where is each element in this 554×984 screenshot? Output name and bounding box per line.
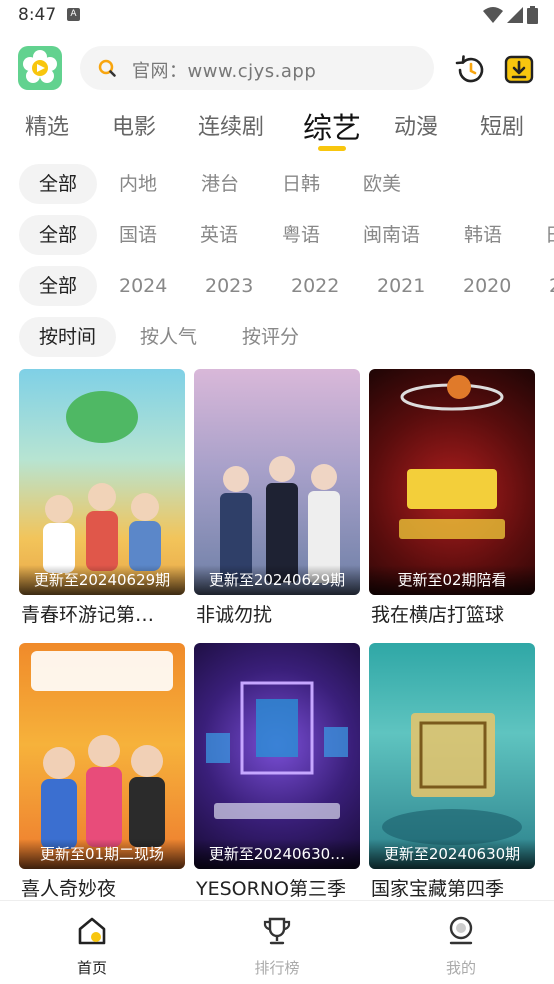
update-status: 更新至20240629期	[208, 571, 346, 589]
notification-icon: A	[67, 8, 80, 21]
update-status: 更新至20240630期	[383, 845, 521, 863]
flower-logo-icon	[23, 50, 57, 83]
filter-year-2021[interactable]: 2021	[377, 266, 425, 306]
history-icon[interactable]	[454, 54, 486, 86]
profile-icon	[449, 916, 473, 945]
download-icon[interactable]	[504, 54, 534, 84]
status-time: 8:47	[18, 5, 57, 25]
filter-row-language: 全部 国语 英语 粤语 闽南语 韩语 日	[0, 215, 554, 257]
card-title[interactable]: YESORNO第三季	[196, 874, 362, 901]
poster-caption: 更新至20240629期	[194, 565, 360, 595]
poster-art	[399, 375, 505, 539]
update-status: 更新至20240629期	[33, 571, 171, 589]
search-icon	[98, 59, 116, 77]
poster-image: 更新至20240630…	[194, 643, 360, 869]
search-placeholder: 官网：www.cjys.app	[132, 61, 317, 82]
app-logo[interactable]	[18, 46, 62, 90]
bottom-navigation: 首页 排行榜 我的	[0, 900, 554, 984]
poster-image: 更新至01期二现场	[19, 643, 185, 869]
tab-anime[interactable]: 动漫	[394, 109, 438, 141]
card-title[interactable]: 非诚勿扰	[196, 600, 362, 627]
update-status: 更新至01期二现场	[39, 845, 165, 863]
nav-home[interactable]: 首页	[37, 915, 147, 978]
filter-region-western[interactable]: 欧美	[363, 164, 401, 204]
poster-art	[220, 456, 340, 583]
filter-year-2022[interactable]: 2022	[291, 266, 339, 306]
poster-caption: 更新至20240629期	[19, 565, 185, 595]
filter-year-2020[interactable]: 2020	[463, 266, 511, 306]
poster-image: 更新至02期陪看	[369, 369, 535, 595]
filter-year-2023[interactable]: 2023	[205, 266, 253, 306]
filter-language-english[interactable]: 英语	[200, 215, 238, 255]
tab-movies[interactable]: 电影	[112, 109, 156, 141]
card-title[interactable]: 喜人奇妙夜	[21, 874, 187, 901]
poster-image: 更新至20240629期	[194, 369, 360, 595]
trophy-icon	[263, 917, 291, 945]
nav-profile-label: 我的	[445, 959, 476, 977]
filter-year-more[interactable]: 2	[549, 266, 554, 306]
filter-language-korean[interactable]: 韩语	[464, 215, 502, 255]
poster-caption: 更新至20240630…	[194, 839, 360, 869]
update-status: 更新至20240630…	[208, 845, 346, 863]
category-tabs: 精选 电影 连续剧 综艺 动漫 短剧	[0, 100, 554, 150]
poster-art	[31, 651, 173, 849]
signal-icon	[507, 7, 523, 23]
filter-year-2024[interactable]: 2024	[119, 266, 167, 306]
poster-art	[206, 681, 348, 819]
poster-art	[382, 713, 522, 845]
poster-caption: 更新至02期陪看	[369, 565, 535, 595]
sort-by-time[interactable]: 按时间	[19, 317, 117, 357]
filter-language-minnan[interactable]: 闽南语	[363, 215, 420, 255]
nav-ranking-label: 排行榜	[254, 959, 300, 977]
card-title[interactable]: 青春环游记第…	[21, 600, 187, 627]
nav-home-label: 首页	[76, 959, 107, 977]
filter-row-year: 全部 2024 2023 2022 2021 2020 2	[0, 266, 554, 308]
filter-region-hk-tw[interactable]: 港台	[201, 164, 239, 204]
poster-image: 更新至20240630期	[369, 643, 535, 869]
header: 官网：www.cjys.app	[0, 44, 554, 94]
card-title[interactable]: 我在横店打篮球	[371, 600, 537, 627]
poster-image: 更新至20240629期	[19, 369, 185, 595]
sort-by-rating[interactable]: 按评分	[242, 317, 299, 357]
tab-short-drama[interactable]: 短剧	[480, 109, 524, 141]
tab-series[interactable]: 连续剧	[198, 109, 264, 141]
tab-variety[interactable]: 综艺	[303, 105, 361, 147]
filter-language-all[interactable]: 全部	[19, 215, 98, 255]
search-bar[interactable]: 官网：www.cjys.app	[80, 46, 434, 90]
poster-caption: 更新至20240630期	[369, 839, 535, 869]
filter-language-mandarin[interactable]: 国语	[119, 215, 157, 255]
filter-language-japanese[interactable]: 日	[545, 215, 554, 255]
status-icons	[483, 6, 538, 24]
filter-year-all[interactable]: 全部	[19, 266, 98, 306]
filter-row-region: 全部 内地 港台 日韩 欧美	[0, 164, 554, 206]
wifi-icon	[483, 7, 503, 23]
update-status: 更新至02期陪看	[397, 571, 507, 589]
filter-region-all[interactable]: 全部	[19, 164, 98, 204]
poster-caption: 更新至01期二现场	[19, 839, 185, 869]
nav-profile[interactable]: 我的	[406, 915, 516, 978]
home-icon	[78, 917, 106, 945]
filter-row-sort: 按时间 按人气 按评分	[0, 317, 554, 359]
status-bar: 8:47 A	[0, 0, 554, 30]
filter-region-mainland[interactable]: 内地	[119, 164, 157, 204]
active-tab-indicator	[318, 146, 346, 151]
battery-icon	[527, 6, 538, 24]
filter-region-jp-kr[interactable]: 日韩	[282, 164, 320, 204]
card-title[interactable]: 国家宝藏第四季	[371, 874, 537, 901]
filter-language-cantonese[interactable]: 粤语	[282, 215, 320, 255]
poster-art	[43, 391, 161, 573]
tab-featured[interactable]: 精选	[25, 109, 69, 141]
sort-by-popularity[interactable]: 按人气	[140, 317, 197, 357]
nav-ranking[interactable]: 排行榜	[222, 915, 332, 978]
